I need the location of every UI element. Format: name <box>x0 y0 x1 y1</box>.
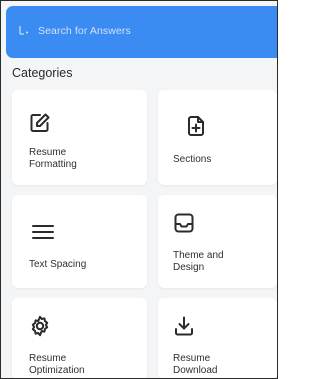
category-label: Text Spacing <box>29 259 87 270</box>
category-card-theme-design[interactable]: Theme and Design <box>158 195 277 288</box>
gear-icon <box>29 315 51 337</box>
category-card-resume-formatting[interactable]: Resume Formatting <box>12 90 147 185</box>
category-label: Resume Download <box>173 353 218 376</box>
category-label: Resume Formatting <box>29 147 77 170</box>
search-bar[interactable]: Search for Answers <box>6 6 277 58</box>
search-input[interactable]: Search for Answers <box>38 25 131 37</box>
category-card-resume-download[interactable]: Resume Download <box>158 298 277 378</box>
app-frame: Search for Answers Categories Resume For… <box>0 0 278 379</box>
category-card-sections[interactable]: Sections <box>158 90 277 185</box>
category-label: Theme and Design <box>173 250 224 273</box>
lines-icon <box>31 221 54 243</box>
categories-heading: Categories <box>12 66 73 80</box>
edit-icon <box>29 112 51 134</box>
category-card-resume-optimization[interactable]: Resume Optimization <box>12 298 147 378</box>
inbox-icon <box>173 212 195 234</box>
download-icon <box>173 315 195 337</box>
add-section-icon <box>185 115 207 137</box>
category-label: Sections <box>173 154 212 165</box>
category-label: Resume Optimization <box>29 353 85 376</box>
category-card-text-spacing[interactable]: Text Spacing <box>12 195 147 288</box>
search-icon <box>18 25 30 37</box>
